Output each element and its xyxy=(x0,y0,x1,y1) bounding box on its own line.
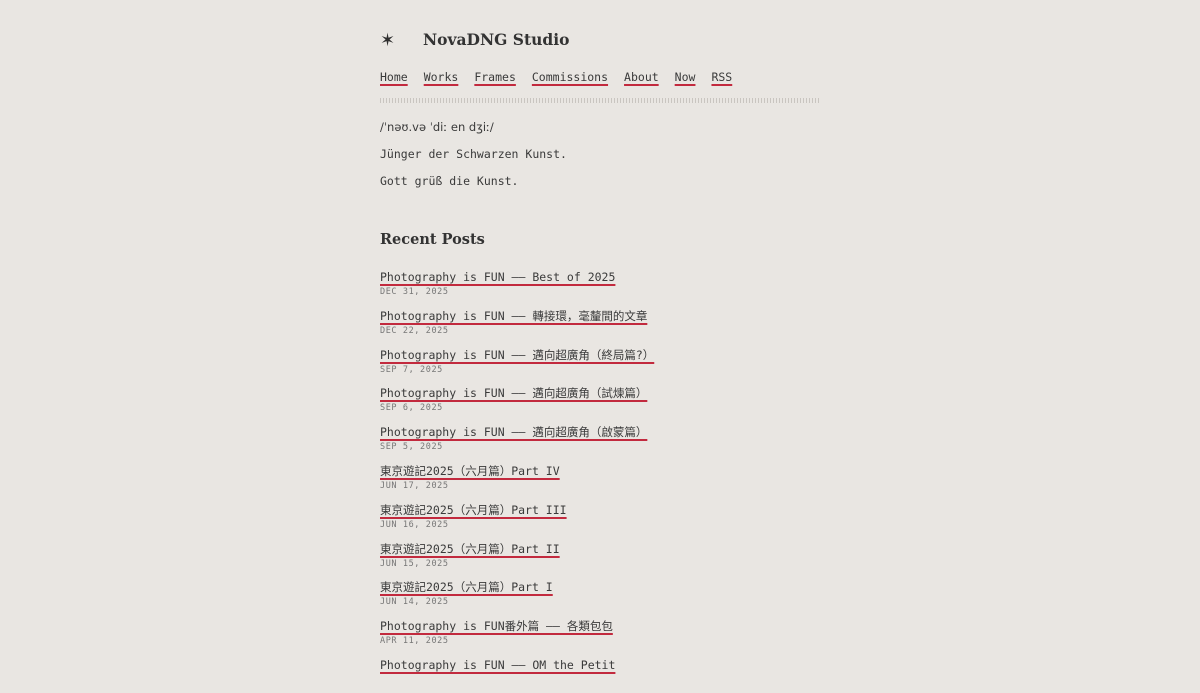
intro-text: /ˈnəʊ.və ˈdiː en dʒiː/ Jünger der Schwar… xyxy=(380,120,567,201)
site-title[interactable]: NovaDNG Studio xyxy=(423,30,570,49)
list-item: Photography is FUN —— 邁向超廣角（終局篇?） SEP 7,… xyxy=(380,344,654,383)
post-date: JUN 16, 2025 xyxy=(380,519,449,530)
post-link[interactable]: 東京遊記2025（六月篇）Part III xyxy=(380,502,567,518)
recent-posts-heading: Recent Posts xyxy=(380,231,485,248)
post-link[interactable]: Photography is FUN —— OM the Petit xyxy=(380,657,615,673)
star-logo-icon[interactable]: ✶ xyxy=(380,30,395,51)
post-date: JUN 15, 2025 xyxy=(380,558,449,569)
post-link[interactable]: Photography is FUN —— 邁向超廣角（試煉篇） xyxy=(380,385,647,401)
post-date: SEP 6, 2025 xyxy=(380,403,443,414)
recent-posts-list: Photography is FUN —— Best of 2025 DEC 3… xyxy=(380,266,654,693)
header-divider xyxy=(380,98,820,103)
list-item: Photography is FUN —— Best of 2025 DEC 3… xyxy=(380,266,654,305)
list-item: 東京遊記2025（六月篇）Part IV JUN 17, 2025 xyxy=(380,460,654,499)
post-date: APR 11, 2025 xyxy=(380,636,449,647)
list-item: Photography is FUN —— 邁向超廣角（試煉篇） SEP 6, … xyxy=(380,382,654,421)
post-link[interactable]: 東京遊記2025（六月篇）Part I xyxy=(380,579,553,595)
post-link[interactable]: Photography is FUN番外篇 —— 各類包包 xyxy=(380,618,613,634)
pronunciation: /ˈnəʊ.və ˈdiː en dʒiː/ xyxy=(380,120,494,134)
post-date: JUN 14, 2025 xyxy=(380,597,449,608)
nav-frames[interactable]: Frames xyxy=(474,70,516,84)
nav-commissions[interactable]: Commissions xyxy=(532,70,608,84)
post-date: DEC 22, 2025 xyxy=(380,325,449,336)
list-item: 東京遊記2025（六月篇）Part III JUN 16, 2025 xyxy=(380,499,654,538)
post-link[interactable]: Photography is FUN —— 邁向超廣角（啟蒙篇） xyxy=(380,424,647,440)
list-item: 東京遊記2025（六月篇）Part II JUN 15, 2025 xyxy=(380,538,654,577)
list-item: Photography is FUN —— 邁向超廣角（啟蒙篇） SEP 5, … xyxy=(380,421,654,460)
post-date: JUN 17, 2025 xyxy=(380,480,449,491)
nav-about[interactable]: About xyxy=(624,70,659,84)
post-link[interactable]: 東京遊記2025（六月篇）Part II xyxy=(380,541,560,557)
nav-rss[interactable]: RSS xyxy=(711,70,732,84)
nav-works[interactable]: Works xyxy=(424,70,459,84)
nav-now[interactable]: Now xyxy=(675,70,696,84)
intro-line-1: Jünger der Schwarzen Kunst. xyxy=(380,147,567,161)
intro-line-2: Gott grüß die Kunst. xyxy=(380,174,519,188)
post-date: SEP 5, 2025 xyxy=(380,442,443,453)
list-item: 東京遊記2025（六月篇）Part I JUN 14, 2025 xyxy=(380,576,654,615)
nav-home[interactable]: Home xyxy=(380,70,408,84)
post-date: DEC 31, 2025 xyxy=(380,287,449,297)
list-item: Photography is FUN —— 轉接環，毫釐間的文章 DEC 22,… xyxy=(380,305,654,344)
post-link[interactable]: Photography is FUN —— 轉接環，毫釐間的文章 xyxy=(380,308,647,324)
list-item: Photography is FUN —— OM the Petit xyxy=(380,654,654,693)
post-link[interactable]: Photography is FUN —— 邁向超廣角（終局篇?） xyxy=(380,347,654,363)
post-link[interactable]: 東京遊記2025（六月篇）Part IV xyxy=(380,463,560,479)
site-header: ✶ NovaDNG Studio xyxy=(380,28,820,52)
list-item: Photography is FUN番外篇 —— 各類包包 APR 11, 20… xyxy=(380,615,654,654)
post-link[interactable]: Photography is FUN —— Best of 2025 xyxy=(380,269,615,285)
post-date: SEP 7, 2025 xyxy=(380,364,443,375)
main-nav: Home Works Frames Commissions About Now RSS xyxy=(380,66,748,85)
